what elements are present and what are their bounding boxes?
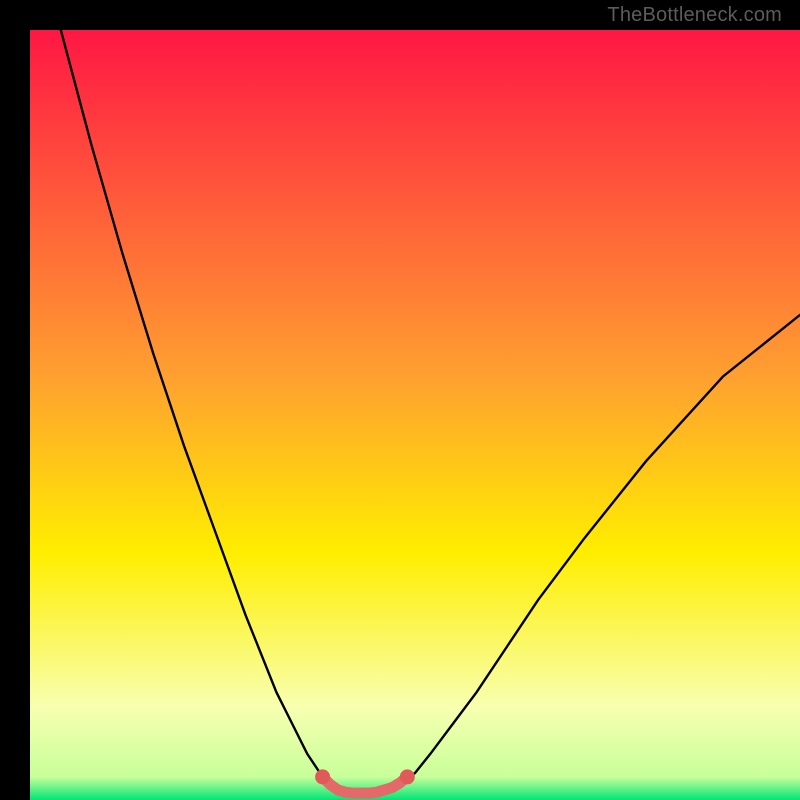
chart-frame: [15, 15, 785, 785]
bottleneck-chart: [30, 30, 800, 800]
gradient-background: [30, 30, 800, 800]
highlight-dot: [400, 769, 415, 784]
highlight-dot: [315, 769, 330, 784]
watermark-text: TheBottleneck.com: [607, 4, 782, 27]
